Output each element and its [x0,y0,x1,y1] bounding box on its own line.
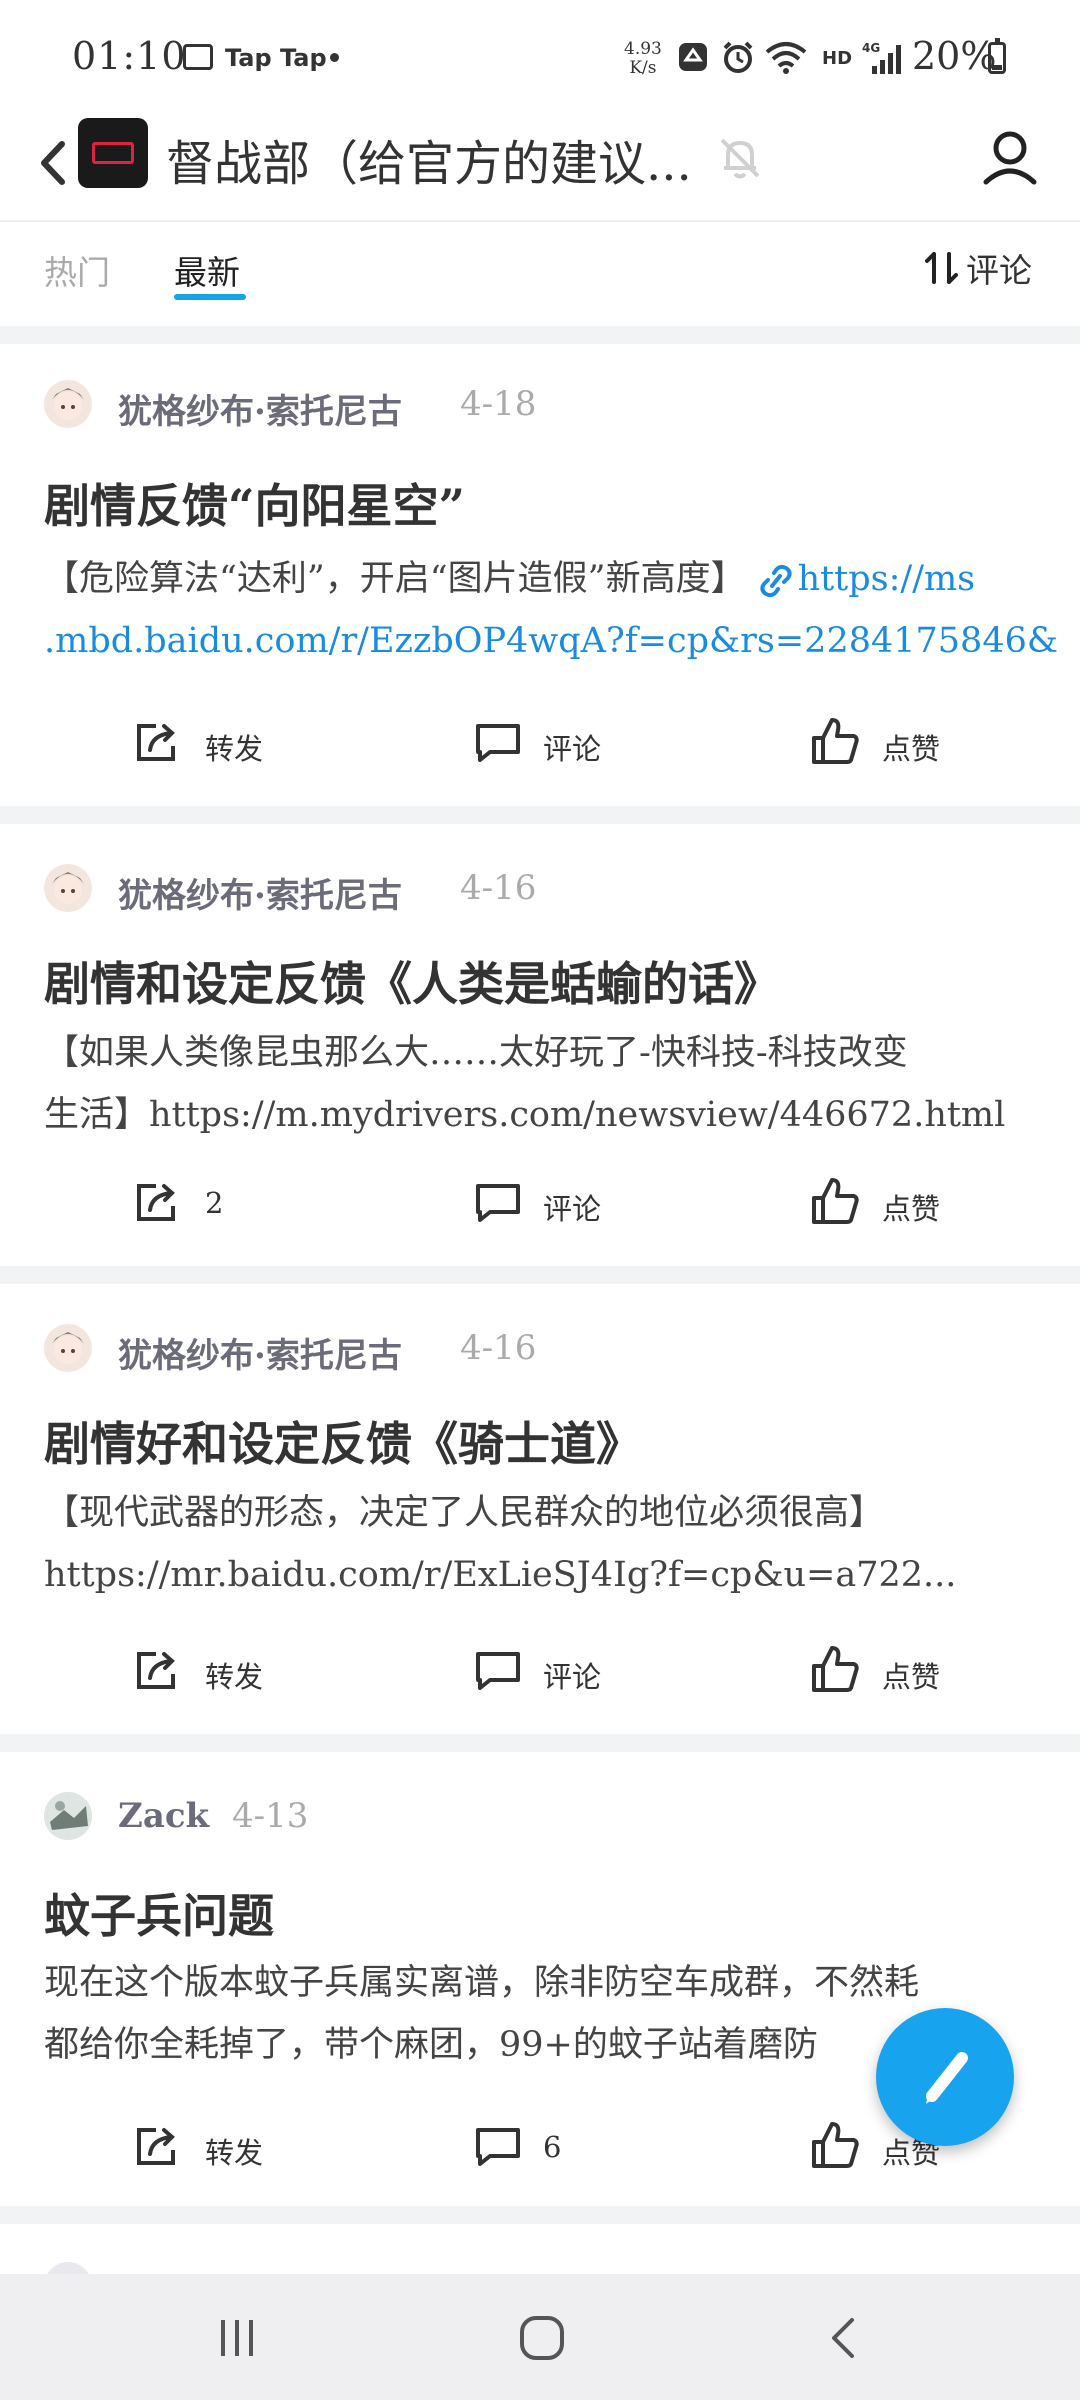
post-date: 4-16 [460,1328,537,1368]
battery-percent: 20% [912,34,997,78]
sort-icon[interactable] [925,250,959,286]
compose-button[interactable] [876,2008,1014,2146]
divider [0,326,1080,344]
comment-icon[interactable] [474,1650,522,1692]
post-link-continued[interactable]: .mbd.baidu.com/r/EzzbOP4wqA?f=cp&rs=2284… [44,610,1058,672]
post-body-line: 【如果人类像昆虫那么大……太好玩了-快科技-科技改变 [44,1033,908,1073]
comment-icon[interactable] [474,2126,522,2168]
forum-title: 督战部（给官方的建议... [166,136,692,192]
post-title[interactable]: 剧情反馈“向阳星空” [44,470,465,536]
notification-dot [330,53,339,62]
share-label[interactable]: 转发 [205,1654,263,1696]
sort-by-comments[interactable]: 评论 [966,244,1032,292]
like-icon[interactable] [810,2120,860,2170]
comment-icon[interactable] [474,1182,522,1224]
taptap-label-1: Tap [225,44,272,72]
share-icon[interactable] [134,1648,182,1692]
author-name[interactable]: 犹格纱布·索托尼古 [118,384,402,433]
wifi-icon [765,42,807,74]
divider [0,2206,1080,2224]
post-body[interactable]: 【如果人类像昆虫那么大……太好玩了-快科技-科技改变 生活】https://m.… [44,1022,1044,1146]
net-speed-unit: K/s [629,58,657,78]
battery-icon [988,38,1006,74]
post-date: 4-16 [460,868,537,908]
like-label[interactable]: 点赞 [882,1654,940,1696]
post-card[interactable]: 犹格纱布·索托尼古 4-16 剧情和设定反馈《人类是蛞蝓的话》 【如果人类像昆虫… [0,824,1080,1266]
post-body-line: https://mr.baidu.com/r/ExLieSJ4Ig?f=cp&u… [44,1555,957,1595]
recent-apps-icon[interactable] [215,2316,259,2360]
like-label[interactable]: 点赞 [882,726,940,768]
svg-text:4G: 4G [862,41,880,55]
post-body-line: 生活】https://m.mydrivers.com/newsview/4466… [44,1095,1006,1135]
forum-header: 督战部（给官方的建议... [0,110,1080,222]
post-body-line: 现在这个版本蚊子兵属实离谱，除非防空车成群，不然耗 [44,1963,920,2003]
status-taptap: Tap Tap [225,44,327,72]
author-avatar[interactable] [44,1792,92,1840]
author-name[interactable]: Zack [118,1796,209,1836]
recycle-icon [679,43,707,71]
post-body[interactable]: 【现代武器的形态，决定了人民群众的地位必须很高】 https://mr.baid… [44,1482,1044,1606]
post-date: 4-18 [460,384,537,424]
gallery-icon [183,44,213,70]
post-card[interactable] [0,2224,1080,2310]
author-avatar[interactable] [44,1324,92,1372]
post-title[interactable]: 剧情和设定反馈《人类是蛞蝓的话》 [44,948,780,1014]
forum-logo[interactable] [78,118,148,188]
divider [0,1734,1080,1752]
post-title[interactable]: 剧情好和设定反馈《骑士道》 [44,1408,642,1474]
share-icon[interactable] [134,720,182,764]
author-avatar[interactable] [44,380,92,428]
divider [0,806,1080,824]
like-icon[interactable] [810,1176,860,1226]
active-tab-indicator [174,294,246,300]
tab-latest[interactable]: 最新 [174,246,240,294]
post-card[interactable]: 犹格纱布·索托尼古 4-18 剧情反馈“向阳星空” 【危险算法“达利”，开启“图… [0,344,1080,806]
post-link[interactable]: https://ms [798,559,976,599]
post-title[interactable]: 蚊子兵问题 [44,1880,274,1946]
author-name[interactable]: 犹格纱布·索托尼古 [118,1328,402,1377]
profile-icon[interactable] [978,126,1042,190]
system-nav-bar [0,2274,1080,2400]
like-label[interactable]: 点赞 [882,1186,940,1228]
divider [0,1266,1080,1284]
post-body-line: 【现代武器的形态，决定了人民群众的地位必须很高】 [44,1493,885,1533]
share-label[interactable]: 转发 [205,726,263,768]
tab-hot[interactable]: 热门 [44,246,110,294]
share-icon[interactable] [134,2124,182,2168]
sort-tabs: 热门 最新 评论 [0,222,1080,326]
hd-indicator: HD [822,48,853,69]
pencil-icon [926,2052,968,2104]
comment-label[interactable]: 评论 [543,726,601,768]
like-icon[interactable] [810,1644,860,1694]
alarm-icon [723,41,753,73]
status-bar: 01:10 Tap Tap 4.93 K/s HD 4G 20% [0,0,1080,110]
taptap-label-2: Tap [280,44,327,72]
author-avatar[interactable] [44,864,92,912]
share-count[interactable]: 2 [205,1186,223,1220]
like-icon[interactable] [810,716,860,766]
post-body-text: 【危险算法“达利”，开启“图片造假”新高度】 [44,559,746,599]
link-icon [759,564,792,598]
status-time: 01:10 [72,34,187,78]
net-speed-value: 4.93 [624,39,662,59]
comment-count[interactable]: 6 [543,2130,561,2164]
post-card[interactable]: 犹格纱布·索托尼古 4-16 剧情好和设定反馈《骑士道》 【现代武器的形态，决定… [0,1284,1080,1734]
back-nav-icon[interactable] [824,2314,864,2362]
share-label[interactable]: 转发 [205,2130,263,2172]
comment-label[interactable]: 评论 [543,1186,601,1228]
signal-icon: 4G [862,41,901,74]
post-date: 4-13 [232,1796,309,1836]
home-icon[interactable] [518,2314,566,2362]
post-body[interactable]: 【危险算法“达利”，开启“图片造假”新高度】 https://ms .mbd.ba… [44,548,1058,672]
share-icon[interactable] [134,1180,182,1224]
author-name[interactable]: 犹格纱布·索托尼古 [118,868,402,917]
notification-off-icon[interactable] [710,128,770,188]
net-speed: 4.93 K/s [624,40,662,78]
comment-icon[interactable] [474,722,522,764]
comment-label[interactable]: 评论 [543,1654,601,1696]
